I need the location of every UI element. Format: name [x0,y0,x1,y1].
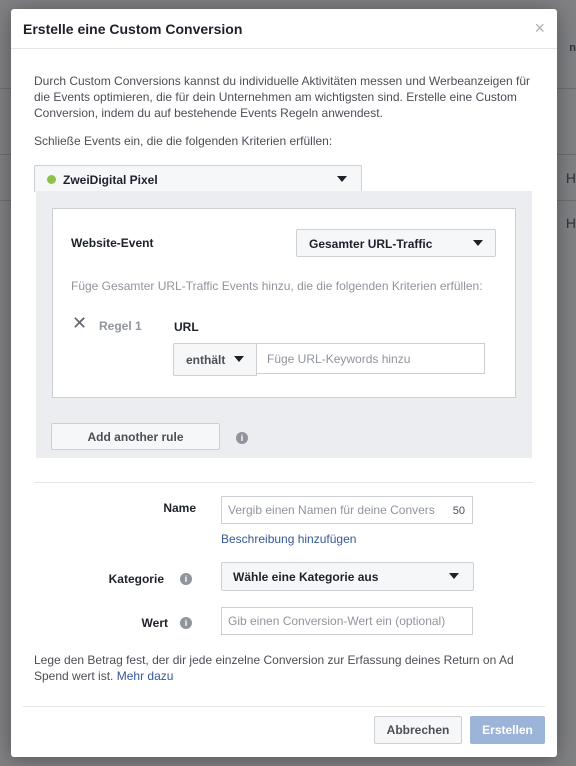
close-icon[interactable]: × [534,18,545,38]
add-rule-button[interactable]: Add another rule [51,423,220,450]
chevron-down-icon [473,240,483,246]
criteria-label: Schließe Events ein, die die folgenden K… [34,134,333,148]
custom-conversion-dialog: Erstelle eine Custom Conversion × Durch … [11,9,557,757]
create-button[interactable]: Erstellen [470,716,545,744]
pixel-selector[interactable]: ZweiDigital Pixel [34,165,362,192]
backdrop-text: H [565,215,576,231]
value-help-body: Lege den Betrag fest, der dir jede einze… [34,653,514,683]
add-description-link[interactable]: Beschreibung hinzufügen [221,532,356,546]
info-icon[interactable]: i [180,573,192,585]
rule-hint: Füge Gesamter URL-Traffic Events hinzu, … [71,279,483,293]
pixel-status-dot [47,175,56,184]
value-label: Wert [141,616,168,630]
category-value: Wähle eine Kategorie aus [233,570,379,584]
conversion-value-input[interactable] [221,607,473,635]
chevron-down-icon [337,176,347,182]
name-char-counter: 50 [452,505,465,517]
rule-label: Regel 1 [99,319,142,333]
rule-operator-value: enthält [186,353,226,367]
cancel-button[interactable]: Abbrechen [374,716,462,744]
footer-divider [23,706,545,707]
backdrop-text: n [569,42,576,54]
website-event-label: Website-Event [71,236,154,250]
value-help-text: Lege den Betrag fest, der dir jede einze… [34,652,539,684]
chevron-down-icon [449,573,459,579]
rule-box: Website-Event Gesamter URL-Traffic Füge … [52,208,516,398]
chevron-down-icon [234,356,244,362]
name-field[interactable]: 50 [221,496,473,524]
info-icon[interactable]: i [236,432,248,444]
section-divider [34,482,533,483]
name-input[interactable] [222,497,449,523]
website-event-select[interactable]: Gesamter URL-Traffic [296,229,496,257]
dialog-title: Erstelle eine Custom Conversion [23,21,243,37]
website-event-value: Gesamter URL-Traffic [309,237,433,251]
backdrop-text: H [565,170,576,186]
url-keywords-input[interactable] [256,343,485,374]
rule-panel: Website-Event Gesamter URL-Traffic Füge … [36,191,532,458]
remove-rule-icon[interactable]: ✕ [72,314,87,332]
dialog-header: Erstelle eine Custom Conversion × [11,9,557,49]
info-icon[interactable]: i [180,617,192,629]
intro-text: Durch Custom Conversions kannst du indiv… [34,74,531,120]
learn-more-link[interactable]: Mehr dazu [117,669,174,683]
rule-operator-select[interactable]: enthält [173,343,257,376]
category-select[interactable]: Wähle eine Kategorie aus [221,562,474,591]
rule-field-label: URL [174,320,199,334]
pixel-name: ZweiDigital Pixel [63,173,158,187]
category-label: Kategorie [108,572,164,586]
name-label: Name [163,501,196,515]
